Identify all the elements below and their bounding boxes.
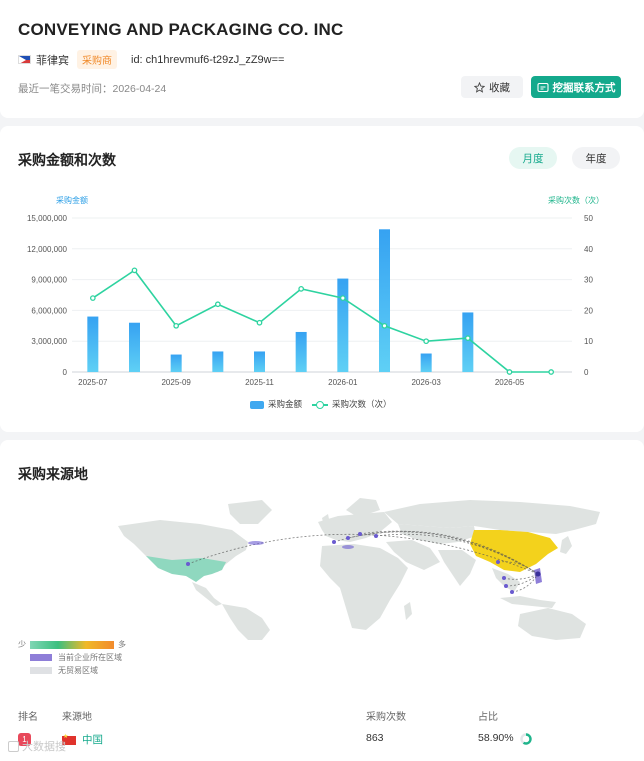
map-indonesia [500,596,556,608]
amount-bar [379,229,390,372]
left-tick-label: 9,000,000 [31,276,67,285]
left-tick-label: 15,000,000 [27,214,68,223]
contact-card-icon [536,82,549,92]
left-tick-label: 6,000,000 [31,306,67,315]
chart-section-title: 采购金额和次数 [18,150,116,171]
right-tick-label: 0 [584,368,589,377]
map-section-title: 采购来源地 [18,464,88,485]
amount-bar [129,322,140,372]
count-point [548,369,555,375]
right-tick-label: 50 [584,214,593,223]
tab-yearly[interactable]: 年度 [572,147,620,169]
count-point [89,295,96,301]
watermark-logo-icon [8,740,19,752]
watermark: 大数据搜 [8,738,66,754]
map-southeast-asia [492,568,520,592]
table-header-rank: 排名 [18,712,38,723]
right-tick-label: 10 [584,337,593,346]
source-country-link[interactable]: 中国 [82,732,103,747]
map-china [470,530,558,572]
company-header-card: CONVEYING AND PACKAGING CO. INC 菲律宾 采购商 … [0,0,644,118]
amount-bar [295,331,307,372]
legend-amount[interactable]: 采购金额 [250,398,302,410]
source-ratio: 58.90% [478,732,514,744]
map-south-america [222,604,270,640]
count-point [339,295,346,301]
table-header-ratio: 占比 [478,712,498,723]
left-tick-label: 3,000,000 [31,337,67,346]
x-tick-label: 2026-03 [411,378,441,387]
tab-monthly[interactable]: 月度 [509,147,557,169]
world-trade-map[interactable] [0,490,644,640]
count-point [381,322,388,329]
map-legend: 少多 当前企业所在区域 无贸易区域 [18,640,126,679]
philippines-flag-icon [18,55,31,64]
x-tick-label: 2025-09 [161,378,191,387]
company-id: id: ch1hrevmuf6-t29zJ_zZ9w== [131,53,285,66]
left-tick-label: 12,000,000 [27,245,68,254]
favorite-button[interactable]: 收藏 [461,76,523,98]
count-point [298,285,305,292]
right-tick-label: 30 [584,276,593,285]
country-label: 菲律宾 [36,54,69,67]
map-central-america [192,582,222,606]
last-trade-time: 最近一笔交易时间：2026-04-24 [18,83,167,95]
legend-current-region: 当前企业所在区域 [18,653,126,662]
map-africa [320,544,408,630]
source-count: 863 [366,732,384,744]
purchase-chart-card: 采购金额和次数 月度 年度 采购金额 采购次数（次） 0 0 3,000,000 10 6,… [0,126,644,432]
ratio-donut-icon [520,733,532,745]
right-axis-label: 采购次数（次） [548,195,604,205]
legend-heat-scale: 少多 [18,640,126,649]
count-point [214,301,221,308]
map-europe [318,512,392,542]
amount-bar [254,351,265,372]
x-tick-label: 2025-11 [245,378,274,387]
x-tick-label: 2026-01 [328,378,358,387]
count-line [92,269,552,373]
left-tick-label: 0 [63,368,68,377]
map-japan [560,536,572,554]
amount-bar [420,353,432,372]
purchase-source-card: 采购来源地 少 多 当前企业所在区域 无贸易区域 排名 来源地 采购次数 占比 … [0,440,644,761]
count-point [173,322,180,329]
legend-no-trade-region: 无贸易区域 [18,666,126,675]
favorite-label: 收藏 [489,81,510,94]
amount-bar [170,354,182,372]
role-badge: 采购商 [77,50,117,69]
table-header-count: 采购次数 [366,712,406,723]
company-name: CONVEYING AND PACKAGING CO. INC [18,20,344,39]
chart-legend: 采购金额 采购次数（次） [250,398,392,410]
right-tick-label: 40 [584,245,593,254]
map-india [438,550,476,586]
amount-bar [337,278,349,372]
map-greenland [228,500,272,524]
left-axis-label: 采购金额 [56,195,88,205]
purchase-combo-chart: 采购金额 采购次数（次） 0 0 3,000,000 10 6,000,000 20 9,000… [27,195,604,387]
count-point [506,369,513,375]
x-tick-label: 2025-07 [78,378,108,387]
count-point [464,335,471,341]
amount-bar [87,316,99,372]
find-contact-button[interactable]: 挖掘联系方式 [531,76,621,98]
find-contact-label: 挖掘联系方式 [552,81,616,94]
count-point [423,338,430,345]
map-madagascar [404,602,412,620]
count-point [256,319,263,326]
x-tick-label: 2026-05 [495,378,525,387]
table-header-source: 来源地 [62,712,92,723]
count-point [131,267,138,274]
legend-count[interactable]: 采购次数（次） [312,398,392,410]
company-meta: 菲律宾 采购商 id: ch1hrevmuf6-t29zJ_zZ9w== [18,50,284,69]
right-tick-label: 20 [584,306,593,315]
map-australia [518,608,586,640]
amount-bar [212,351,224,372]
star-icon [474,81,485,93]
